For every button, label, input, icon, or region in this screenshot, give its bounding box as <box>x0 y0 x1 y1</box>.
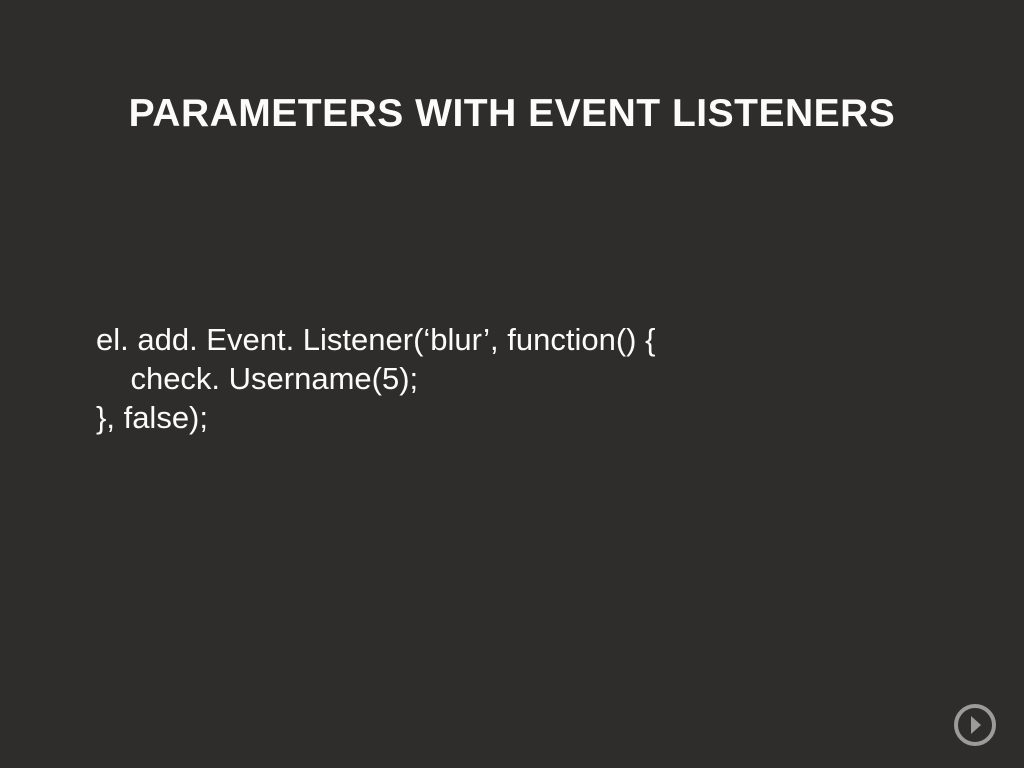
arrow-right-circle-icon <box>954 704 996 746</box>
slide-title: PARAMETERS WITH EVENT LISTENERS <box>0 92 1024 136</box>
code-example: el. add. Event. Listener(‘blur’, functio… <box>96 321 655 437</box>
slide: PARAMETERS WITH EVENT LISTENERS el. add.… <box>0 0 1024 768</box>
next-button[interactable] <box>954 704 996 746</box>
